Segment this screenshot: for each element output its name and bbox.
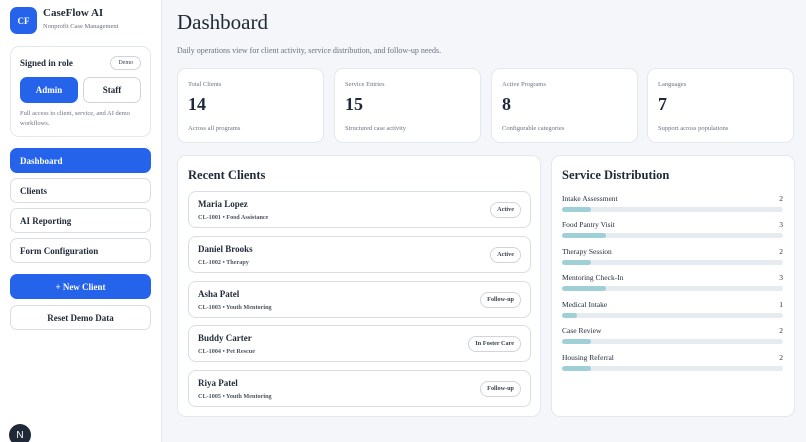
status-badge: Active — [490, 247, 521, 263]
service-count: 2 — [779, 194, 783, 203]
brand-logo: CF — [10, 7, 37, 34]
reset-demo-data-button[interactable]: Reset Demo Data — [10, 305, 151, 330]
service-row: Therapy Session 2 — [562, 247, 783, 267]
brand: CF CaseFlow AI Nonprofit Case Management — [10, 6, 118, 34]
service-bar-fill — [562, 207, 592, 212]
client-meta: CL-1003 • Youth Mentoring — [198, 304, 272, 311]
service-bar-track — [562, 233, 783, 238]
service-row: Case Review 2 — [562, 326, 783, 346]
service-name: Mentoring Check-In — [562, 273, 624, 282]
service-bar-fill — [562, 260, 592, 265]
stat-value: 15 — [345, 94, 363, 114]
client-name: Daniel Brooks — [198, 244, 253, 254]
brand-text: CaseFlow AI Nonprofit Case Management — [43, 6, 118, 30]
role-title: Signed in role — [20, 58, 73, 68]
client-meta: CL-1001 • Food Assistance — [198, 214, 269, 221]
list-item[interactable]: Asha Patel CL-1003 • Youth Mentoring Fol… — [188, 281, 531, 318]
status-badge: Follow-up — [480, 292, 521, 308]
stat-value: 14 — [188, 94, 206, 114]
status-badge: Active — [490, 202, 521, 218]
service-name: Therapy Session — [562, 247, 612, 256]
status-badge: Follow-up — [480, 381, 521, 397]
sidebar: CF CaseFlow AI Nonprofit Case Management… — [0, 0, 162, 442]
service-row: Food Pantry Visit 3 — [562, 220, 783, 240]
service-bar-track — [562, 339, 783, 344]
admin-role-button[interactable]: Admin — [20, 77, 78, 103]
client-name: Asha Patel — [198, 289, 240, 299]
service-distribution-panel: Service Distribution Intake Assessment 2… — [551, 155, 795, 417]
list-item[interactable]: Buddy Carter CL-1004 • Pet Rescue In Fos… — [188, 325, 531, 362]
client-name: Buddy Carter — [198, 333, 252, 343]
stat-card-service-entries: Service Entries 15 Structured case activ… — [334, 68, 481, 143]
service-bar-fill — [562, 339, 592, 344]
staff-role-button[interactable]: Staff — [83, 77, 141, 103]
n-badge[interactable]: N — [9, 424, 31, 442]
brand-subtitle: Nonprofit Case Management — [43, 23, 119, 30]
nav-item-ai-reporting[interactable]: AI Reporting — [10, 208, 151, 233]
role-card: Signed in role Demo Admin Staff Full acc… — [10, 46, 151, 137]
service-row: Intake Assessment 2 — [562, 194, 783, 214]
service-row: Medical Intake 1 — [562, 300, 783, 320]
nav-item-clients[interactable]: Clients — [10, 178, 151, 203]
service-bar-track — [562, 313, 783, 318]
recent-clients-panel: Recent Clients Maria Lopez CL-1001 • Foo… — [177, 155, 541, 417]
list-item[interactable]: Daniel Brooks CL-1002 • Therapy Active — [188, 236, 531, 273]
service-bar-track — [562, 286, 783, 291]
stat-label: Service Entries — [345, 81, 385, 88]
nav-item-dashboard[interactable]: Dashboard — [10, 148, 151, 173]
demo-badge: Demo — [110, 56, 141, 70]
service-count: 2 — [779, 326, 783, 335]
stat-card-active-programs: Active Programs 8 Configurable categorie… — [491, 68, 638, 143]
stat-label: Active Programs — [502, 81, 546, 88]
service-bar-fill — [562, 313, 577, 318]
stat-value: 8 — [502, 94, 511, 114]
page-title: Dashboard — [177, 10, 268, 34]
list-item[interactable]: Riya Patel CL-1005 • Youth Mentoring Fol… — [188, 370, 531, 407]
stat-note: Across all programs — [188, 125, 241, 132]
client-meta: CL-1004 • Pet Rescue — [198, 348, 255, 355]
stat-note: Structured case activity — [345, 125, 407, 132]
service-name: Case Review — [562, 326, 602, 335]
service-bar-track — [562, 260, 783, 265]
service-bar-fill — [562, 233, 607, 238]
service-name: Intake Assessment — [562, 194, 618, 203]
role-description: Full access to client, service, and AI d… — [20, 110, 130, 127]
nav-item-form-configuration[interactable]: Form Configuration — [10, 238, 151, 263]
service-count: 1 — [779, 300, 783, 309]
stat-note: Configurable categories — [502, 125, 565, 132]
page-subtitle: Daily operations view for client activit… — [177, 46, 442, 55]
service-name: Medical Intake — [562, 300, 608, 309]
service-count: 2 — [779, 353, 783, 362]
stat-value: 7 — [658, 94, 667, 114]
service-count: 2 — [779, 247, 783, 256]
service-name: Housing Referral — [562, 353, 614, 362]
service-bar-fill — [562, 366, 592, 371]
client-name: Maria Lopez — [198, 199, 248, 209]
client-meta: CL-1002 • Therapy — [198, 259, 249, 266]
recent-clients-title: Recent Clients — [188, 168, 266, 182]
service-count: 3 — [779, 273, 783, 282]
stat-note: Support across populations — [658, 125, 729, 132]
service-bar-fill — [562, 286, 607, 291]
service-bar-track — [562, 207, 783, 212]
service-row: Housing Referral 2 — [562, 353, 783, 373]
service-bar-track — [562, 366, 783, 371]
service-count: 3 — [779, 220, 783, 229]
stat-card-total-clients: Total Clients 14 Across all programs — [177, 68, 324, 143]
service-name: Food Pantry Visit — [562, 220, 615, 229]
stat-label: Total Clients — [188, 81, 222, 88]
brand-name: CaseFlow AI — [43, 7, 104, 19]
stat-label: Languages — [658, 81, 687, 88]
stat-card-languages: Languages 7 Support across populations — [647, 68, 794, 143]
service-row: Mentoring Check-In 3 — [562, 273, 783, 293]
client-meta: CL-1005 • Youth Mentoring — [198, 393, 272, 400]
service-distribution-title: Service Distribution — [562, 168, 670, 182]
status-badge: In Foster Care — [468, 336, 521, 352]
list-item[interactable]: Maria Lopez CL-1001 • Food Assistance Ac… — [188, 191, 531, 228]
new-client-button[interactable]: + New Client — [10, 274, 151, 299]
client-name: Riya Patel — [198, 378, 238, 388]
